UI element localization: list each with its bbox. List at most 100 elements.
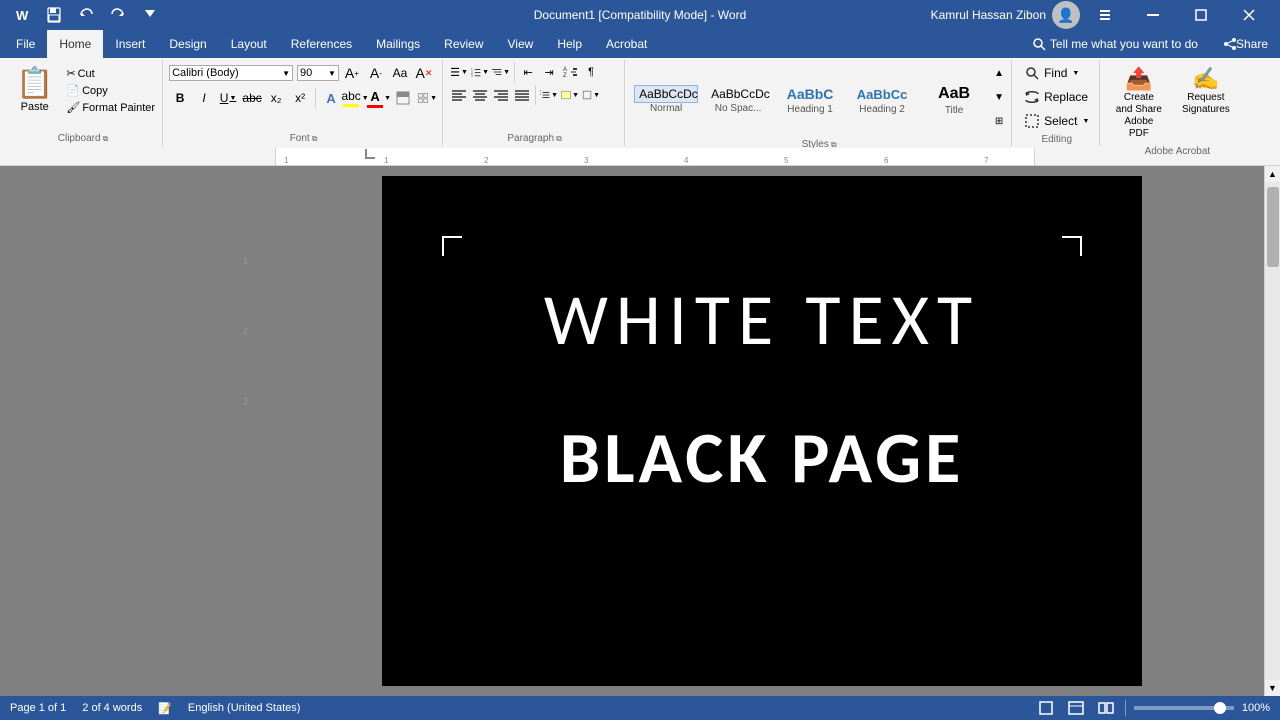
scroll-thumb[interactable] [1267,187,1279,267]
shading-para-button[interactable]: ▼ [560,85,580,105]
minimize-button[interactable] [1130,0,1176,30]
font-name-arrow[interactable]: ▼ [282,69,290,78]
sort-button[interactable]: A Z [560,62,580,82]
show-formatting-button[interactable]: ¶ [581,62,601,82]
tab-home[interactable]: Home [47,30,103,58]
style-title[interactable]: AaB Title [919,62,989,137]
font-name-row: Calibri (Body) ▼ 90 ▼ A+ A- Aa A✕ [169,62,435,84]
read-mode-button[interactable] [1095,697,1117,719]
scroll-down-arrow[interactable]: ▼ [1265,680,1280,696]
font-shading-button[interactable] [392,87,414,109]
strikethrough-button[interactable]: abc [241,87,263,109]
cut-button[interactable]: ✂ Cut [63,66,158,81]
font-name-field[interactable]: Calibri (Body) ▼ [169,65,293,81]
clear-formatting-button[interactable]: A✕ [413,62,435,84]
save-button[interactable] [40,1,68,29]
vertical-scrollbar[interactable]: ▲ ▼ [1264,166,1280,696]
avatar[interactable]: 👤 [1052,1,1080,29]
italic-button[interactable]: I [193,87,215,109]
borders-button[interactable]: ▼ [416,87,438,109]
customize-qat-button[interactable] [136,1,164,29]
paragraph-expand-icon[interactable]: ⧉ [556,134,562,144]
tab-acrobat[interactable]: Acrobat [594,30,659,58]
font-color-btn: A [367,89,383,108]
font-expand-icon[interactable]: ⧉ [312,134,318,144]
multilevel-list-button[interactable]: ▼ [491,62,511,82]
ruler-inner: 1 1 2 3 4 5 6 7 [275,148,1035,166]
style-normal[interactable]: AaBbCcDc Normal [631,62,701,137]
corner-bracket-topleft [442,236,462,256]
highlight-color-bar [343,104,359,107]
redo-button[interactable] [104,1,132,29]
tab-mailings[interactable]: Mailings [364,30,432,58]
replace-button[interactable]: Replace [1018,86,1094,108]
maximize-button[interactable] [1178,0,1224,30]
scroll-up-arrow[interactable]: ▲ [1265,166,1280,182]
share-button[interactable]: Share [1212,30,1280,58]
ruler-mark-2: 2 [243,326,248,336]
proofing-icon[interactable]: 📝 [158,702,172,715]
increase-indent-button[interactable]: ⇥ [539,62,559,82]
font-size-field[interactable]: 90 ▼ [297,65,339,81]
word-icon: W [8,1,36,29]
font-color-button[interactable]: A ▼ [368,87,390,109]
increase-font-size-button[interactable]: A+ [341,62,363,84]
copy-button[interactable]: 📄 Copy [63,83,158,98]
decrease-font-size-button[interactable]: A- [365,62,387,84]
close-button[interactable] [1226,0,1272,30]
tab-references[interactable]: References [279,30,364,58]
change-case-button[interactable]: Aa [389,62,411,84]
font-size-arrow[interactable]: ▼ [328,69,336,78]
ribbon-display-button[interactable] [1082,0,1128,30]
user-area[interactable]: Kamrul Hassan Zibon 👤 [931,1,1080,29]
web-layout-view-button[interactable] [1065,697,1087,719]
create-share-pdf-button[interactable]: 📤 Create and Share Adobe PDF [1106,62,1171,144]
styles-scroll-up[interactable]: ▲ [991,62,1007,84]
align-center-button[interactable] [470,85,490,105]
document[interactable]: WHITE TEXT BLACK PAGE [382,176,1142,686]
style-no-spacing-preview: AaBbCcDc [706,85,770,103]
justify-button[interactable] [512,85,532,105]
underline-button[interactable]: U▼ [217,87,239,109]
format-painter-button[interactable]: 🖌 Format Painter [63,100,158,115]
line-spacing-button[interactable]: ▼ [539,85,559,105]
text-highlight-button[interactable]: abc ▼ [344,87,366,109]
tab-design[interactable]: Design [157,30,218,58]
style-no-spacing[interactable]: AaBbCcDc No Spac... [703,62,773,137]
decrease-indent-button[interactable]: ⇤ [518,62,538,82]
tab-insert[interactable]: Insert [103,30,157,58]
numbering-button[interactable]: 1. 2. 3. ▼ [470,62,490,82]
text-effects-button[interactable]: A [320,87,342,109]
clipboard-expand-icon[interactable]: ⧉ [103,134,109,144]
main-area: 1 2 3 WHITE TEXT BLACK PAGE ▲ ▼ [0,166,1280,696]
style-heading1[interactable]: AaBbC Heading 1 [775,62,845,137]
paste-button[interactable]: 📋 Paste [8,62,61,117]
bullets-button[interactable]: ☰▼ [449,62,469,82]
borders-para-button[interactable]: ▼ [581,85,601,105]
styles-scroll-down[interactable]: ▼ [991,86,1007,108]
find-button[interactable]: Find ▼ [1018,62,1085,84]
word-count: 2 of 4 words [82,702,142,714]
tab-review[interactable]: Review [432,30,495,58]
align-left-button[interactable] [449,85,469,105]
superscript-button[interactable]: x² [289,87,311,109]
subscript-button[interactable]: x₂ [265,87,287,109]
align-right-button[interactable] [491,85,511,105]
zoom-thumb[interactable] [1214,702,1226,714]
styles-expand[interactable]: ⊞ [991,110,1007,132]
document-area[interactable]: WHITE TEXT BLACK PAGE [260,166,1264,696]
select-button[interactable]: Select ▼ [1018,110,1095,132]
tab-layout[interactable]: Layout [219,30,279,58]
scroll-track[interactable] [1265,182,1280,680]
bold-button[interactable]: B [169,87,191,109]
tab-file[interactable]: File [4,30,47,58]
print-layout-view-button[interactable] [1035,697,1057,719]
zoom-slider[interactable] [1134,706,1234,710]
tab-stop[interactable] [364,148,376,160]
undo-button[interactable] [72,1,100,29]
tab-view[interactable]: View [496,30,546,58]
tell-me-search[interactable]: Tell me what you want to do [1032,37,1208,51]
style-heading2[interactable]: AaBbCc Heading 2 [847,62,917,137]
tab-help[interactable]: Help [545,30,594,58]
request-signatures-button[interactable]: ✍ Request Signatures [1173,62,1238,120]
